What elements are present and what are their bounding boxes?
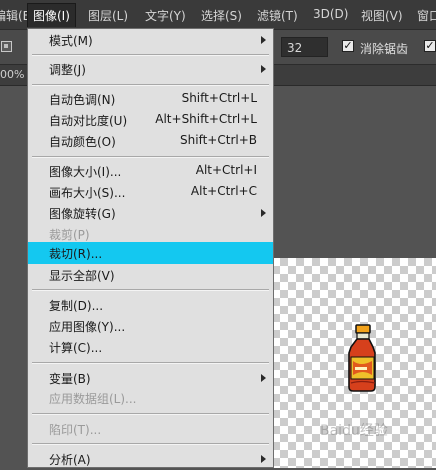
menu-item-apply-data-set: 应用数据组(L)... (28, 387, 273, 409)
submenu-arrow-icon (261, 374, 266, 382)
menu-item-label: 变量(B) (49, 372, 91, 386)
menu-view[interactable]: 视图(V) (361, 7, 403, 24)
antialias-checkbox[interactable]: ✓ (342, 40, 354, 52)
menu-filter[interactable]: 滤镜(T) (257, 7, 298, 24)
menu-separator (32, 362, 269, 364)
menu-item-label: 裁剪(P) (49, 228, 90, 242)
menu-layer[interactable]: 图层(L) (88, 7, 128, 24)
menu-item-auto-color[interactable]: 自动颜色(O) Shift+Ctrl+B (28, 130, 273, 152)
menu-item-auto-tone[interactable]: 自动色调(N) Shift+Ctrl+L (28, 88, 273, 110)
menu-item-apply-image[interactable]: 应用图像(Y)... (28, 315, 273, 337)
submenu-arrow-icon (261, 65, 266, 73)
size-input[interactable]: 32 (281, 37, 328, 57)
menu-item-trim[interactable]: 裁切(R)... (28, 242, 273, 264)
submenu-arrow-icon (261, 455, 266, 463)
menu-item-image-rotation[interactable]: 图像旋转(G) (28, 202, 273, 224)
menu-item-duplicate[interactable]: 复制(D)... (28, 294, 273, 316)
antialias-label: 消除锯齿 (360, 42, 409, 56)
menu-item-label: 分析(A) (49, 453, 91, 467)
menu-separator (32, 54, 269, 56)
menu-item-label: 图像旋转(G) (49, 207, 116, 221)
bottle-image (348, 324, 376, 392)
menu-item-label: 图像大小(I)... (49, 165, 122, 179)
menu-item-label: 自动对比度(U) (49, 114, 128, 128)
menu-3d[interactable]: 3D(D) (313, 7, 348, 21)
tool-preset-icon[interactable] (1, 41, 12, 52)
menu-item-auto-contrast[interactable]: 自动对比度(U) Alt+Shift+Ctrl+L (28, 109, 273, 131)
submenu-arrow-icon (261, 209, 266, 217)
menu-item-canvas-size[interactable]: 画布大小(S)... Alt+Ctrl+C (28, 181, 273, 203)
menu-item-shortcut: Shift+Ctrl+L (181, 91, 257, 105)
menu-item-label: 自动颜色(O) (49, 135, 116, 149)
menu-item-label: 调整(J) (49, 63, 86, 77)
menu-item-label: 复制(D)... (49, 299, 104, 313)
menu-item-label: 画布大小(S)... (49, 186, 126, 200)
menu-image[interactable]: 图像(I) (27, 3, 76, 27)
submenu-arrow-icon (261, 36, 266, 44)
menu-item-shortcut: Alt+Ctrl+C (190, 184, 257, 198)
menu-item-label: 自动色调(N) (49, 93, 116, 107)
menu-item-label: 陷印(T)... (49, 423, 102, 437)
menu-item-label: 模式(M) (49, 34, 93, 48)
menu-separator (32, 84, 269, 86)
menu-item-label: 裁切(R)... (49, 247, 103, 261)
menu-item-label: 计算(C)... (49, 341, 103, 355)
menu-separator (32, 443, 269, 445)
menu-bar: 编辑(E) 图像(I) 图层(L) 文字(Y) 选择(S) 滤镜(T) 3D(D… (0, 0, 436, 29)
menu-type[interactable]: 文字(Y) (145, 7, 186, 24)
menu-item-label: 应用数据组(L)... (49, 392, 137, 406)
menu-separator (32, 289, 269, 291)
menu-item-shortcut: Alt+Shift+Ctrl+L (155, 112, 257, 126)
menu-item-shortcut: Shift+Ctrl+B (180, 133, 257, 147)
menu-item-label: 应用图像(Y)... (49, 320, 126, 334)
menu-item-analysis[interactable]: 分析(A) (28, 448, 273, 470)
menu-item-calculations[interactable]: 计算(C)... (28, 336, 273, 358)
menu-select[interactable]: 选择(S) (201, 7, 242, 24)
menu-item-label: 显示全部(V) (49, 269, 115, 283)
image-menu-dropdown: 模式(M) 调整(J) 自动色调(N) Shift+Ctrl+L 自动对比度(U… (27, 28, 274, 468)
menu-item-variables[interactable]: 变量(B) (28, 367, 273, 389)
document-canvas[interactable]: Baidu经验 (272, 258, 436, 468)
menu-item-trap: 陷印(T)... (28, 418, 273, 440)
menu-item-adjust[interactable]: 调整(J) (28, 58, 273, 80)
extra-checkbox[interactable]: ✓ (424, 40, 436, 52)
menu-window[interactable]: 窗口 (417, 7, 436, 24)
menu-item-reveal-all[interactable]: 显示全部(V) (28, 264, 273, 286)
menu-item-mode[interactable]: 模式(M) (28, 29, 273, 51)
watermark-text: Baidu经验 (320, 423, 388, 439)
menu-item-shortcut: Alt+Ctrl+I (195, 163, 257, 177)
menu-separator (32, 156, 269, 158)
menu-item-image-size[interactable]: 图像大小(I)... Alt+Ctrl+I (28, 160, 273, 182)
menu-separator (32, 413, 269, 415)
